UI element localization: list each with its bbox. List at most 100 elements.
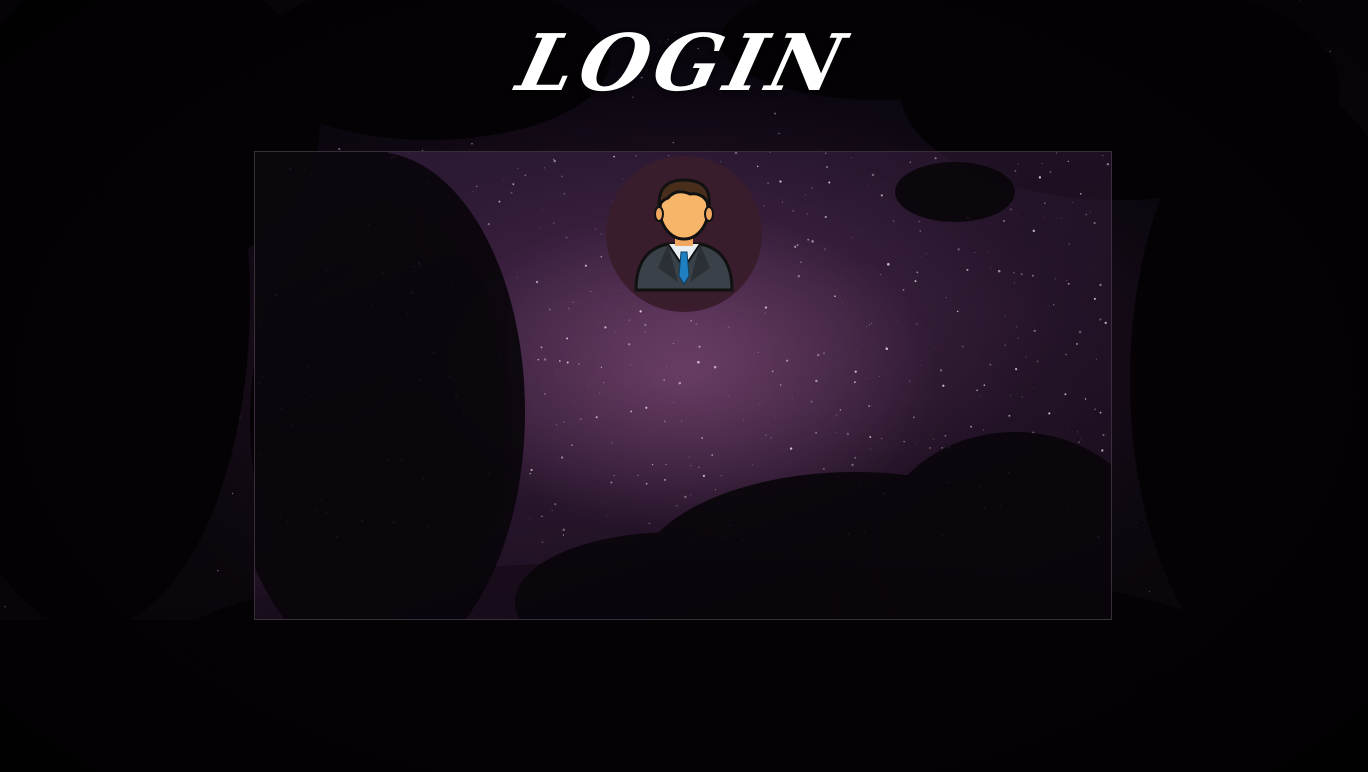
star — [1017, 337, 1019, 339]
star — [824, 215, 827, 219]
star — [571, 444, 573, 446]
star — [540, 346, 543, 349]
star — [1085, 213, 1088, 216]
star — [811, 187, 813, 189]
star — [868, 405, 870, 407]
star — [1088, 265, 1090, 267]
star — [530, 468, 533, 472]
star — [498, 200, 501, 203]
star — [1067, 282, 1070, 285]
star — [939, 369, 943, 372]
star — [854, 457, 856, 459]
star — [1017, 163, 1019, 165]
star — [239, 417, 241, 419]
star — [613, 475, 615, 477]
star — [728, 395, 730, 397]
star — [836, 414, 838, 416]
star — [944, 434, 947, 437]
star — [673, 401, 675, 403]
star — [610, 481, 613, 484]
star — [701, 437, 703, 439]
star — [796, 243, 799, 247]
star — [764, 306, 768, 309]
star — [926, 252, 927, 254]
star — [1055, 152, 1058, 154]
star — [1054, 278, 1057, 280]
star — [836, 432, 837, 433]
star — [628, 383, 629, 385]
star — [914, 244, 916, 246]
star — [338, 148, 341, 151]
star — [566, 361, 569, 364]
star — [1080, 193, 1082, 195]
star — [678, 381, 682, 385]
star — [673, 343, 675, 345]
star — [533, 357, 535, 359]
star — [561, 456, 564, 459]
star — [663, 379, 666, 381]
star — [934, 157, 937, 160]
star — [578, 363, 580, 365]
star — [566, 337, 569, 340]
star — [786, 359, 789, 362]
star — [690, 320, 692, 322]
star — [606, 515, 608, 516]
star — [839, 409, 842, 411]
star — [617, 290, 619, 292]
star — [916, 323, 918, 325]
star — [476, 185, 478, 188]
star — [1095, 358, 1097, 360]
star — [779, 180, 782, 183]
star — [1049, 171, 1052, 173]
star — [4, 605, 6, 608]
star — [1094, 408, 1096, 410]
star — [563, 303, 565, 305]
star — [1099, 411, 1102, 414]
star — [1110, 239, 1111, 241]
star — [866, 378, 867, 379]
star — [794, 245, 797, 248]
star — [774, 415, 776, 417]
star — [600, 366, 602, 368]
star — [584, 264, 588, 267]
star — [880, 194, 883, 197]
star — [1106, 163, 1109, 166]
star — [512, 183, 515, 185]
star — [916, 271, 919, 274]
star — [817, 353, 820, 357]
star — [702, 474, 706, 478]
star — [676, 504, 678, 507]
star — [878, 376, 880, 377]
star — [558, 360, 561, 362]
star — [774, 112, 776, 115]
star — [868, 324, 870, 326]
star — [539, 228, 541, 229]
star — [1064, 393, 1067, 396]
star — [630, 364, 632, 366]
star — [909, 380, 910, 382]
star — [885, 346, 887, 348]
star — [562, 528, 565, 532]
star — [1033, 329, 1036, 333]
star — [757, 352, 759, 353]
star — [810, 400, 813, 403]
star — [541, 209, 543, 210]
star — [553, 159, 556, 163]
star — [585, 179, 587, 180]
star — [797, 274, 801, 278]
star — [1052, 304, 1055, 306]
star — [663, 420, 666, 423]
star — [1044, 202, 1046, 204]
star — [603, 382, 605, 384]
star — [856, 350, 858, 352]
star — [778, 132, 780, 135]
star — [989, 267, 991, 269]
star — [1093, 297, 1096, 300]
star — [572, 301, 574, 303]
star — [815, 379, 818, 383]
star — [579, 418, 582, 421]
star — [1060, 217, 1062, 219]
star — [909, 161, 911, 163]
star — [933, 438, 935, 440]
star — [789, 447, 793, 450]
